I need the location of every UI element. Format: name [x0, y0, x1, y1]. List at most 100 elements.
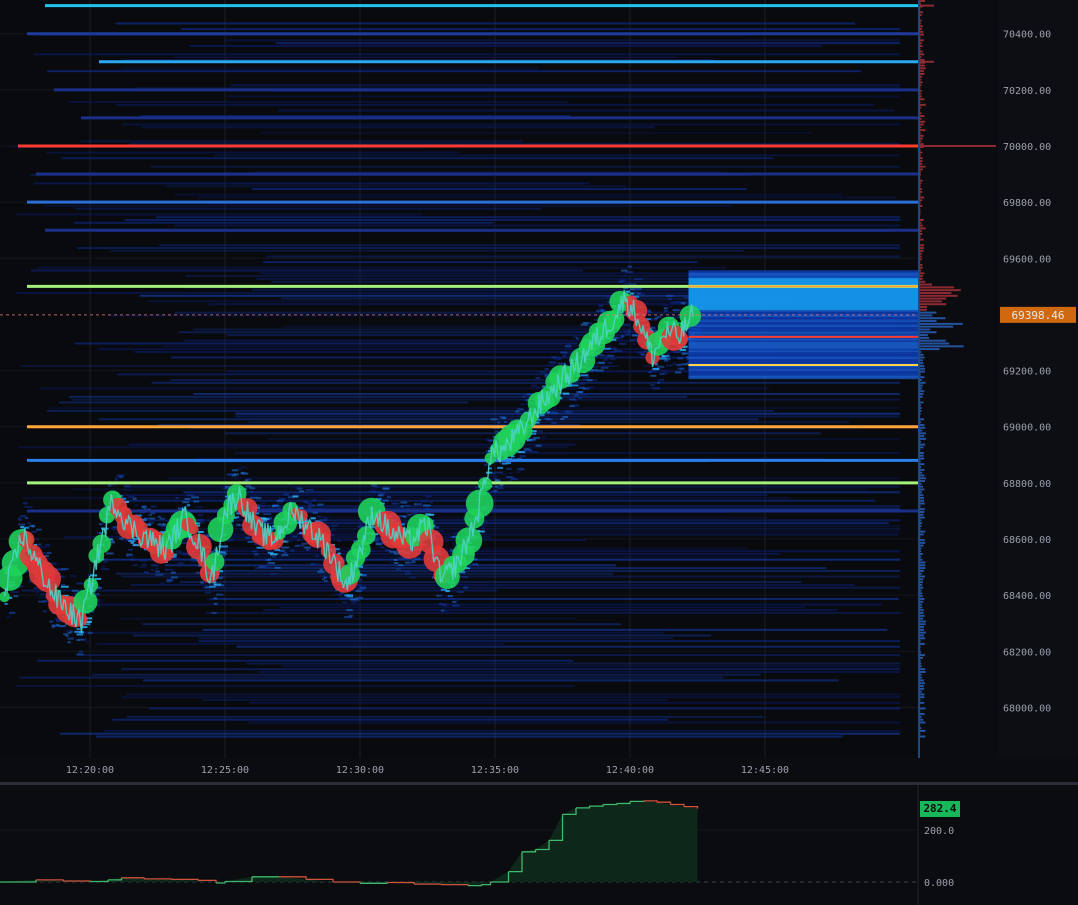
heatmap-cell	[315, 563, 322, 566]
time-axis[interactable]	[0, 758, 1078, 782]
heatmap-cell	[213, 602, 218, 605]
heatmap-cell	[492, 477, 498, 480]
heatmap-cell	[139, 559, 147, 562]
heatmap-cell	[36, 591, 40, 594]
profile-bar	[920, 168, 923, 171]
heatmap-cell	[472, 563, 479, 566]
profile-bar	[920, 721, 926, 724]
heatmap-cell	[175, 550, 182, 553]
heatmap-cell	[67, 641, 71, 644]
heatmap-cell	[85, 641, 90, 644]
heatmap-strip	[126, 693, 900, 696]
heatmap-cell	[186, 494, 194, 497]
profile-bar	[920, 701, 925, 704]
profile-bar	[920, 499, 924, 502]
profile-bar	[920, 583, 923, 586]
heatmap-cell	[553, 407, 557, 410]
profile-bar	[920, 496, 924, 499]
heatmap-strip	[71, 398, 900, 401]
heatmap-cell	[155, 570, 160, 573]
heatmap-cell	[636, 292, 641, 295]
profile-bar	[920, 600, 924, 603]
profile-bar	[920, 144, 996, 147]
profile-bar	[920, 44, 923, 47]
heatmap-cell	[38, 596, 44, 599]
heatmap-cell	[425, 495, 432, 498]
heatmap-cell	[162, 523, 166, 526]
profile-bar	[920, 558, 923, 561]
heatmap-strip	[46, 151, 459, 154]
heatmap-cell	[490, 472, 496, 475]
y-tick-label: 68200.00	[1003, 647, 1051, 658]
heatmap-cell	[391, 502, 400, 505]
profile-bar	[920, 322, 963, 325]
profile-bar	[920, 373, 921, 376]
heatmap-cell	[659, 378, 664, 381]
profile-bar	[920, 120, 926, 123]
pane-separator[interactable]	[0, 782, 1078, 785]
heatmap-cell	[258, 504, 266, 507]
heatmap-cell	[51, 624, 56, 627]
heatmap-cell	[382, 487, 390, 490]
heatmap-cell	[130, 558, 134, 561]
heatmap-cell	[20, 515, 27, 518]
profile-bar	[920, 471, 923, 474]
profile-bar	[920, 137, 923, 140]
profile-bar	[920, 252, 922, 255]
heatmap-cell	[171, 576, 178, 579]
indicator-tick-label: 0.000	[924, 878, 954, 889]
profile-bar	[920, 404, 921, 407]
heatmap-cell	[42, 600, 49, 603]
heatmap-cell	[531, 450, 539, 453]
profile-bar	[920, 81, 923, 84]
heatmap-cell	[400, 501, 408, 504]
heatmap-cell	[551, 421, 557, 424]
heatmap-cell	[560, 418, 565, 421]
profile-bar	[920, 735, 926, 738]
profile-bar	[920, 188, 922, 191]
profile-bar	[920, 266, 923, 269]
profile-bar	[920, 502, 925, 505]
heatmap-cell	[281, 554, 289, 557]
heatmap-cell	[270, 573, 277, 576]
heatmap-cell	[675, 308, 682, 311]
profile-bar	[920, 367, 926, 370]
heatmap-cell	[279, 549, 285, 552]
heatmap-cell	[270, 553, 278, 556]
profile-bar	[920, 513, 924, 516]
profile-bar	[920, 620, 926, 623]
profile-bar	[920, 595, 923, 598]
profile-bar	[920, 227, 926, 230]
profile-bar	[920, 303, 947, 306]
price-axis[interactable]	[998, 0, 1078, 758]
profile-bar	[920, 2, 921, 5]
heatmap-cell	[148, 521, 155, 524]
heatmap-cell	[272, 504, 279, 507]
delta-step	[630, 800, 645, 803]
heatmap-cell	[234, 473, 240, 476]
heatmap-cell	[245, 536, 251, 539]
heatmap-strip	[49, 407, 900, 410]
heatmap-strip	[122, 123, 901, 126]
delta-step	[414, 883, 442, 885]
heatmap-cell	[78, 650, 84, 653]
heatmap-cell	[625, 290, 631, 293]
heatmap-cell	[679, 348, 687, 351]
heatmap-cell	[209, 585, 216, 588]
heatmap-strip	[30, 269, 583, 272]
profile-bar	[920, 258, 922, 261]
profile-bar	[920, 25, 923, 28]
heatmap-cell	[166, 568, 174, 571]
profile-bar	[920, 524, 922, 527]
heatmap-strip	[150, 165, 900, 168]
indicator-plot-area[interactable]	[0, 785, 918, 905]
profile-bar	[920, 199, 923, 202]
heatmap-cell	[198, 514, 204, 517]
heatmap-strip	[159, 244, 900, 247]
heatmap-cell	[195, 506, 203, 509]
profile-bar	[920, 508, 925, 511]
heatmap-strip	[96, 642, 505, 645]
heatmap-cell	[666, 353, 670, 356]
profile-bar	[920, 148, 921, 151]
profile-bar	[920, 715, 922, 718]
